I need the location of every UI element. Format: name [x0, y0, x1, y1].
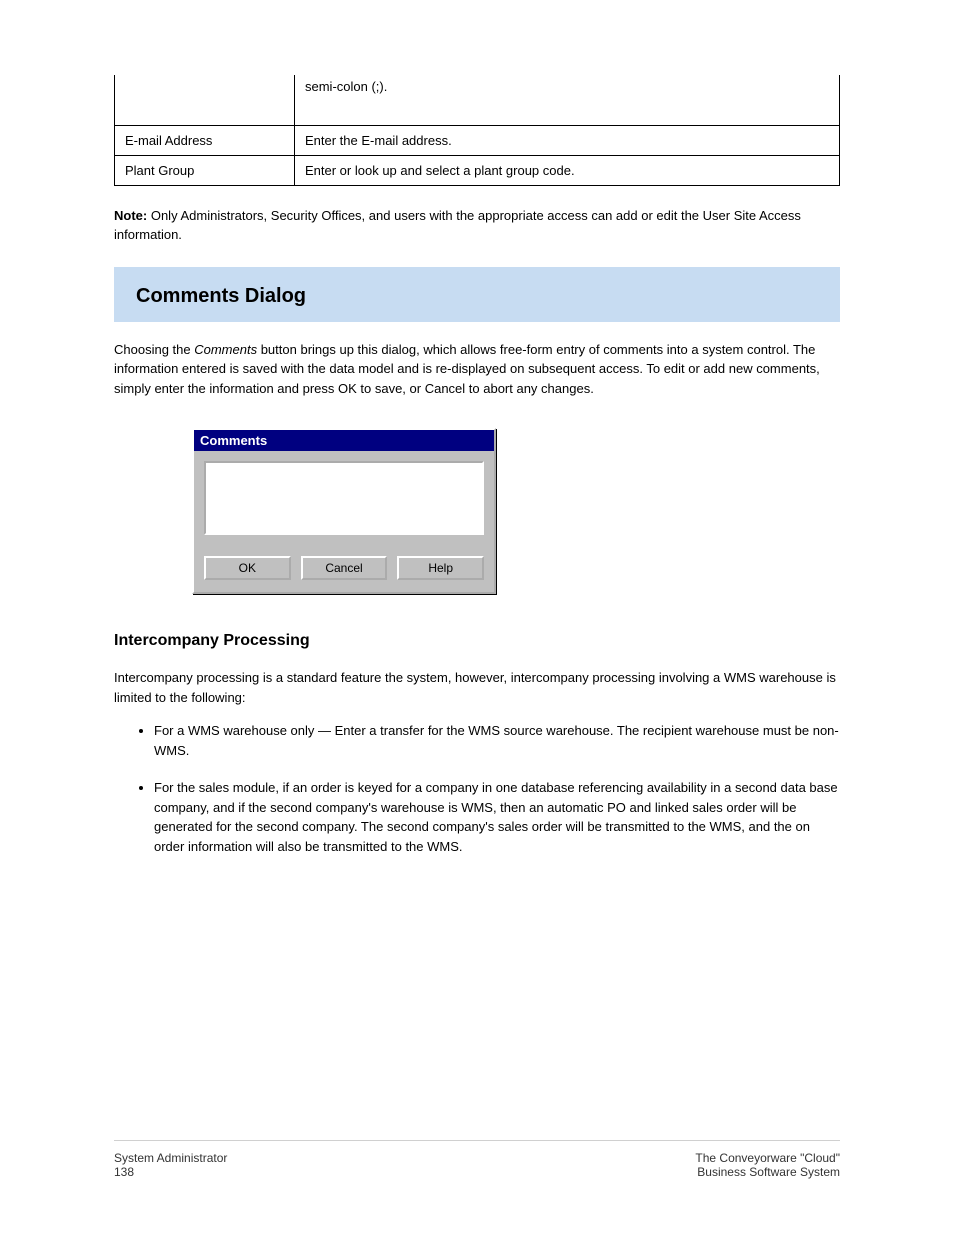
list-item: For a WMS warehouse only — Enter a trans…	[154, 721, 840, 760]
intercompany-intro: Intercompany processing is a standard fe…	[114, 668, 840, 707]
intercompany-list: For a WMS warehouse only — Enter a trans…	[154, 721, 840, 856]
section-banner: Comments Dialog	[114, 267, 840, 322]
user-site-access-table: semi-colon (;). E-mail Address Enter the…	[114, 75, 840, 186]
intercompany-heading: Intercompany Processing	[114, 632, 840, 650]
cell-value: Enter or look up and select a plant grou…	[295, 155, 840, 185]
cell-value: Enter the E-mail address.	[295, 125, 840, 155]
cell-value: semi-colon (;).	[295, 75, 840, 125]
cancel-button[interactable]: Cancel	[301, 556, 388, 580]
comments-dialog: Comments OK Cancel Help	[192, 428, 496, 594]
page-number: 138	[114, 1165, 227, 1179]
note-prefix: Note:	[114, 208, 147, 223]
cell-label: E-mail Address	[115, 125, 295, 155]
cell-label	[115, 75, 295, 125]
footer-right-line1: The Conveyorware "Cloud"	[695, 1151, 840, 1165]
dialog-titlebar: Comments	[194, 430, 494, 451]
comments-intro-paragraph: Choosing the Comments button brings up t…	[114, 340, 840, 399]
table-row: semi-colon (;).	[115, 75, 840, 125]
help-button[interactable]: Help	[397, 556, 484, 580]
table-row: E-mail Address Enter the E-mail address.	[115, 125, 840, 155]
ok-button[interactable]: OK	[204, 556, 291, 580]
note-body: Only Administrators, Security Offices, a…	[114, 208, 801, 243]
footer-left-title: System Administrator	[114, 1151, 227, 1165]
table-row: Plant Group Enter or look up and select …	[115, 155, 840, 185]
banner-title: Comments Dialog	[136, 285, 818, 308]
para1-prefix: Choosing the	[114, 342, 194, 357]
footer-right-line2: Business Software System	[695, 1165, 840, 1179]
para1-italic: Comments	[194, 342, 257, 357]
list-item: For the sales module, if an order is key…	[154, 778, 840, 856]
note-paragraph: Note: Only Administrators, Security Offi…	[114, 206, 840, 245]
cell-label: Plant Group	[115, 155, 295, 185]
comments-textarea[interactable]	[204, 461, 484, 535]
page-footer: System Administrator 138 The Conveyorwar…	[114, 1140, 840, 1179]
